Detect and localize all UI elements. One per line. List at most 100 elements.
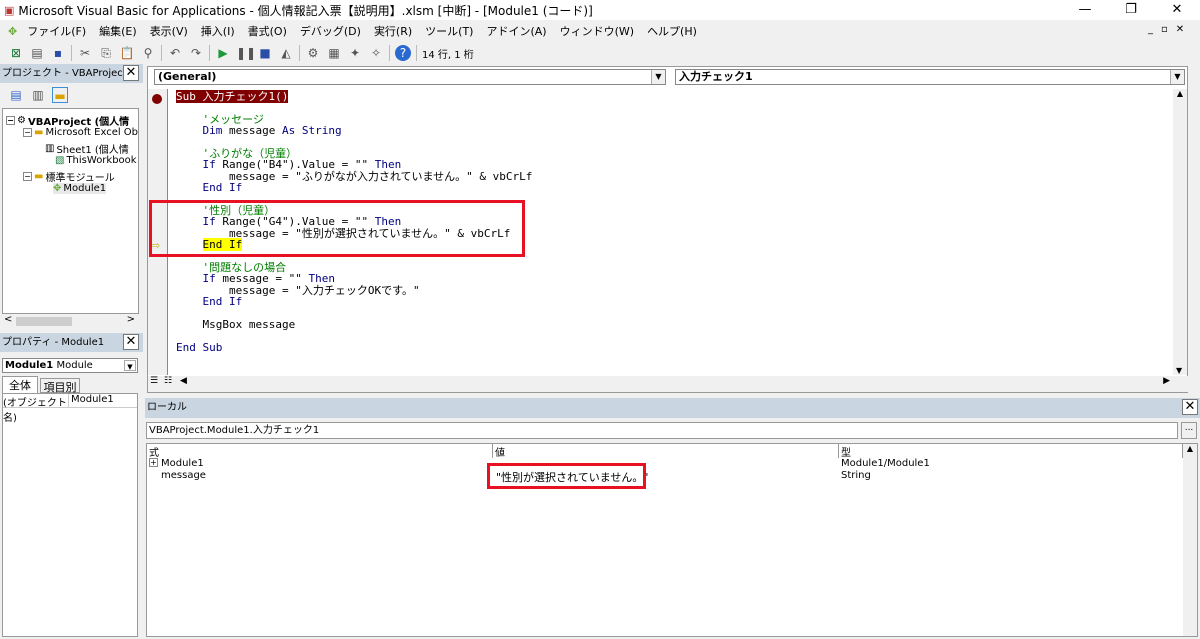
column-header-type[interactable]: 型 [839,444,1183,459]
code-token: As String [281,124,342,138]
restore-button[interactable]: ❐ [1108,0,1154,20]
close-locals-button[interactable]: ✕ [1182,399,1198,415]
view-code-icon[interactable]: ▤ [8,87,24,103]
breakpoint-icon[interactable] [152,94,162,104]
separator [161,45,162,61]
tree-label: 標準モジュール [45,173,115,184]
tree-item-excel-objects[interactable]: − ▬ Microsoft Excel Ob [23,127,138,138]
module-icon: ✥ [53,183,62,194]
locals-context: VBAProject.Module1.入力チェック1 [146,422,1178,439]
chevron-down-icon[interactable]: ▼ [124,360,136,371]
reset-icon[interactable]: ■ [257,45,273,61]
design-mode-icon[interactable]: ◭ [278,45,294,61]
code-line[interactable]: Dim message As String [176,125,532,136]
folder-icon: ▬ [34,127,44,138]
code-line[interactable]: End Sub [176,341,532,353]
close-project-button[interactable]: ✕ [123,65,139,81]
procedure-combo[interactable]: 入力チェック1 ▼ [675,69,1185,85]
close-button[interactable]: ✕ [1154,0,1200,20]
code-token: message [222,124,282,138]
menu-item-9[interactable]: ウィンドウ(W) [560,23,634,39]
code-horizontal-scrollbar[interactable]: ☰ ☷ ◀ ▶ [148,376,1188,392]
locals-title: ローカル ✕ [145,398,1200,418]
project-icon: ⚙ [17,115,26,126]
toggle-folders-icon[interactable]: ▬ [52,87,68,103]
code-line[interactable]: End If [176,296,532,307]
row-type: String [841,470,871,481]
redo-icon[interactable]: ↷ [188,45,204,61]
vba-menu-icon[interactable]: ✥ [8,25,17,38]
properties-window-icon[interactable]: ▦ [326,45,342,61]
tab-categorized[interactable]: 項目別 [40,378,80,394]
panel-title-text: ローカル [147,402,187,413]
code-line[interactable]: MsgBox message [176,319,532,330]
paste-icon[interactable]: 📋 [119,45,135,61]
object-browser-icon[interactable]: ✦ [347,45,363,61]
menu-item-0[interactable]: ファイル(F) [27,23,86,39]
find-icon[interactable]: ⚲ [140,45,156,61]
menu-item-1[interactable]: 編集(E) [99,23,137,39]
code-line[interactable]: End If [176,182,532,193]
vba-app-icon: ▣ [4,3,15,17]
property-row[interactable]: (オブジェクト名) Module1 [3,394,137,424]
separator [71,45,72,61]
tab-alphabetic[interactable]: 全体 [2,376,38,393]
menu-item-4[interactable]: 書式(O) [248,23,287,39]
code-token: Dim [176,124,223,138]
window-title: Microsoft Visual Basic for Applications … [18,3,593,18]
tree-item-module1[interactable]: ✥ Module1 [53,183,107,194]
separator [389,45,390,61]
expand-icon[interactable]: + [149,458,158,467]
view-object-icon[interactable]: ▥ [30,87,46,103]
procedure-view-icon[interactable]: ☰ [150,376,158,386]
property-value[interactable]: Module1 [69,394,114,407]
menu-item-10[interactable]: ヘルプ(H) [647,23,697,39]
tree-item-thisworkbook[interactable]: ▧ ThisWorkbook [55,155,137,166]
mdi-window-controls[interactable]: _▫✕ [1148,24,1192,35]
menu-item-3[interactable]: 挿入(I) [201,23,235,39]
menu-item-6[interactable]: 実行(R) [374,23,412,39]
code-line[interactable] [176,330,532,341]
project-explorer-icon[interactable]: ⚙ [305,45,321,61]
tree-item-sheet1[interactable]: ▥ Sheet1 (個人情 [45,141,129,156]
cut-icon[interactable]: ✂ [77,45,93,61]
tree-label: ThisWorkbook [66,155,137,166]
menu-item-7[interactable]: ツール(T) [425,23,473,39]
excel-icon[interactable]: ⊠ [8,45,24,61]
row-type: Module1/Module1 [841,458,930,469]
run-icon[interactable]: ▶ [215,45,231,61]
chevron-down-icon[interactable]: ▼ [1170,70,1184,84]
tree-item-vbaproject[interactable]: − ⚙ VBAProject (個人情 [6,113,129,128]
chevron-down-icon[interactable]: ▼ [651,70,665,84]
object-selector[interactable]: Module1 Module ▼ [2,358,138,373]
code-line[interactable]: Sub 入力チェック1() [176,90,532,103]
full-module-view-icon[interactable]: ☷ [164,376,172,386]
locals-vertical-scrollbar[interactable]: ▲ [1183,444,1197,636]
column-header-value[interactable]: 値 [493,444,839,459]
insert-userform-icon[interactable]: ▤ [29,45,45,61]
help-icon[interactable]: ? [395,45,411,61]
menu-item-2[interactable]: 表示(V) [150,23,188,39]
project-horizontal-scrollbar[interactable]: < > [2,314,139,329]
tree-item-standard-modules[interactable]: − ▬ 標準モジュール [23,169,115,184]
minimize-button[interactable]: — [1062,0,1108,20]
toolbox-icon[interactable]: ✧ [368,45,384,61]
workbook-icon: ▧ [55,155,65,166]
undo-icon[interactable]: ↶ [167,45,183,61]
code-vertical-scrollbar[interactable]: ▲ ▼ [1173,89,1187,375]
object-combo[interactable]: (General) ▼ [154,69,666,85]
property-name: (オブジェクト名) [3,394,69,424]
column-header-expression[interactable]: 式 [147,444,493,459]
menu-item-8[interactable]: アドイン(A) [486,23,546,39]
close-properties-button[interactable]: ✕ [123,334,139,350]
title-bar: ▣ Microsoft Visual Basic for Application… [0,0,1200,20]
cursor-position: 14 行, 1 桁 [422,49,474,61]
combo-value: (General) [158,70,217,83]
pause-icon[interactable]: ❚❚ [236,45,256,61]
menu-item-5[interactable]: デバッグ(D) [300,23,361,39]
row-expression: message [161,470,206,481]
copy-icon[interactable]: ⎘ [98,45,114,61]
call-stack-button[interactable]: ... [1181,422,1197,439]
save-icon[interactable]: ▪ [50,45,66,61]
locals-row[interactable]: + Module1 [149,458,204,469]
